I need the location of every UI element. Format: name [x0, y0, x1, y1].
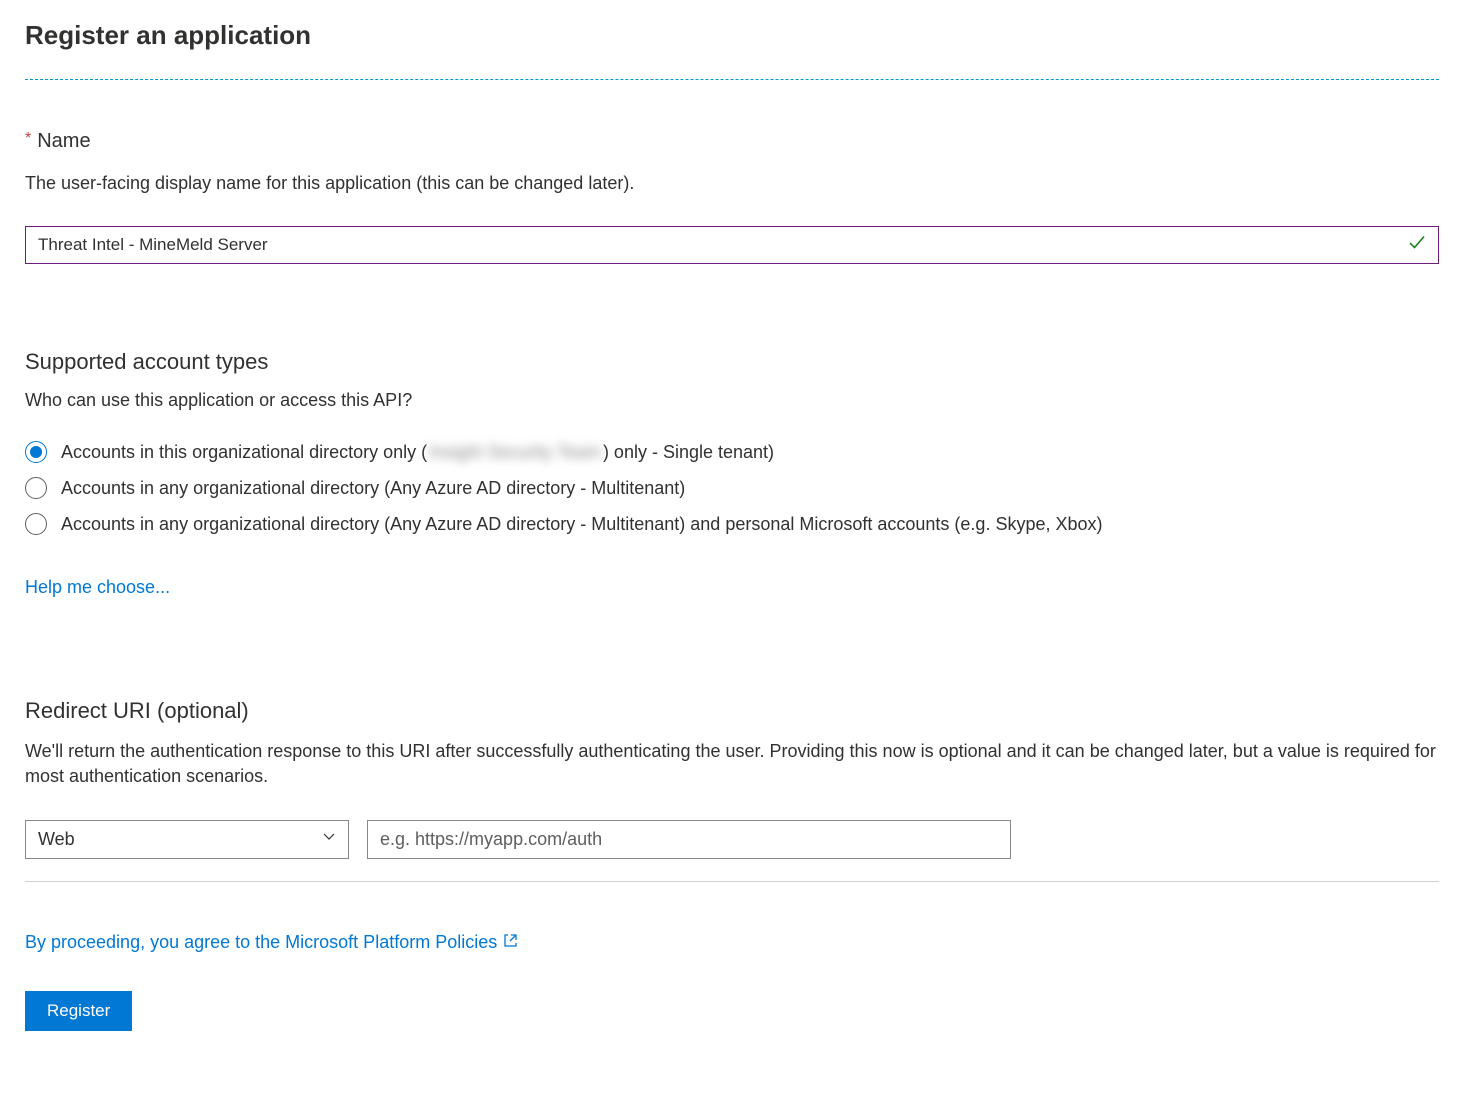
register-button[interactable]: Register	[25, 991, 132, 1031]
radio-icon	[25, 477, 47, 499]
redirect-uri-row: Web	[25, 820, 1439, 859]
help-me-choose-link[interactable]: Help me choose...	[25, 577, 170, 598]
solid-divider	[25, 881, 1439, 882]
dashed-divider	[25, 79, 1439, 80]
redirect-type-select-wrapper: Web	[25, 820, 349, 859]
account-types-question: Who can use this application or access t…	[25, 390, 1439, 411]
name-input[interactable]	[25, 226, 1439, 264]
radio-label: Accounts in this organizational director…	[61, 442, 774, 463]
required-asterisk-icon: *	[25, 130, 31, 147]
radio-option-single-tenant[interactable]: Accounts in this organizational director…	[25, 441, 1439, 463]
redirect-uri-input[interactable]	[367, 820, 1011, 859]
name-field-label: * Name	[25, 130, 1439, 153]
external-link-icon	[503, 932, 518, 953]
page-title: Register an application	[25, 20, 1439, 51]
name-label-text: Name	[37, 130, 90, 152]
agreement-text: By proceeding, you agree to the Microsof…	[25, 932, 497, 953]
radio-label: Accounts in any organizational directory…	[61, 514, 1103, 535]
radio-icon	[25, 513, 47, 535]
name-field-description: The user-facing display name for this ap…	[25, 171, 1439, 196]
account-types-radio-group: Accounts in this organizational director…	[25, 441, 1439, 535]
redirect-type-select[interactable]: Web	[25, 820, 349, 859]
redirect-uri-description: We'll return the authentication response…	[25, 739, 1439, 789]
checkmark-icon	[1407, 233, 1427, 258]
radio-icon	[25, 441, 47, 463]
name-input-wrapper	[25, 226, 1439, 264]
radio-option-multitenant-personal[interactable]: Accounts in any organizational directory…	[25, 513, 1439, 535]
account-types-title: Supported account types	[25, 349, 1439, 375]
radio-option-multitenant[interactable]: Accounts in any organizational directory…	[25, 477, 1439, 499]
radio-label: Accounts in any organizational directory…	[61, 478, 685, 499]
platform-policies-link[interactable]: By proceeding, you agree to the Microsof…	[25, 932, 518, 953]
redirect-uri-title: Redirect URI (optional)	[25, 698, 1439, 724]
